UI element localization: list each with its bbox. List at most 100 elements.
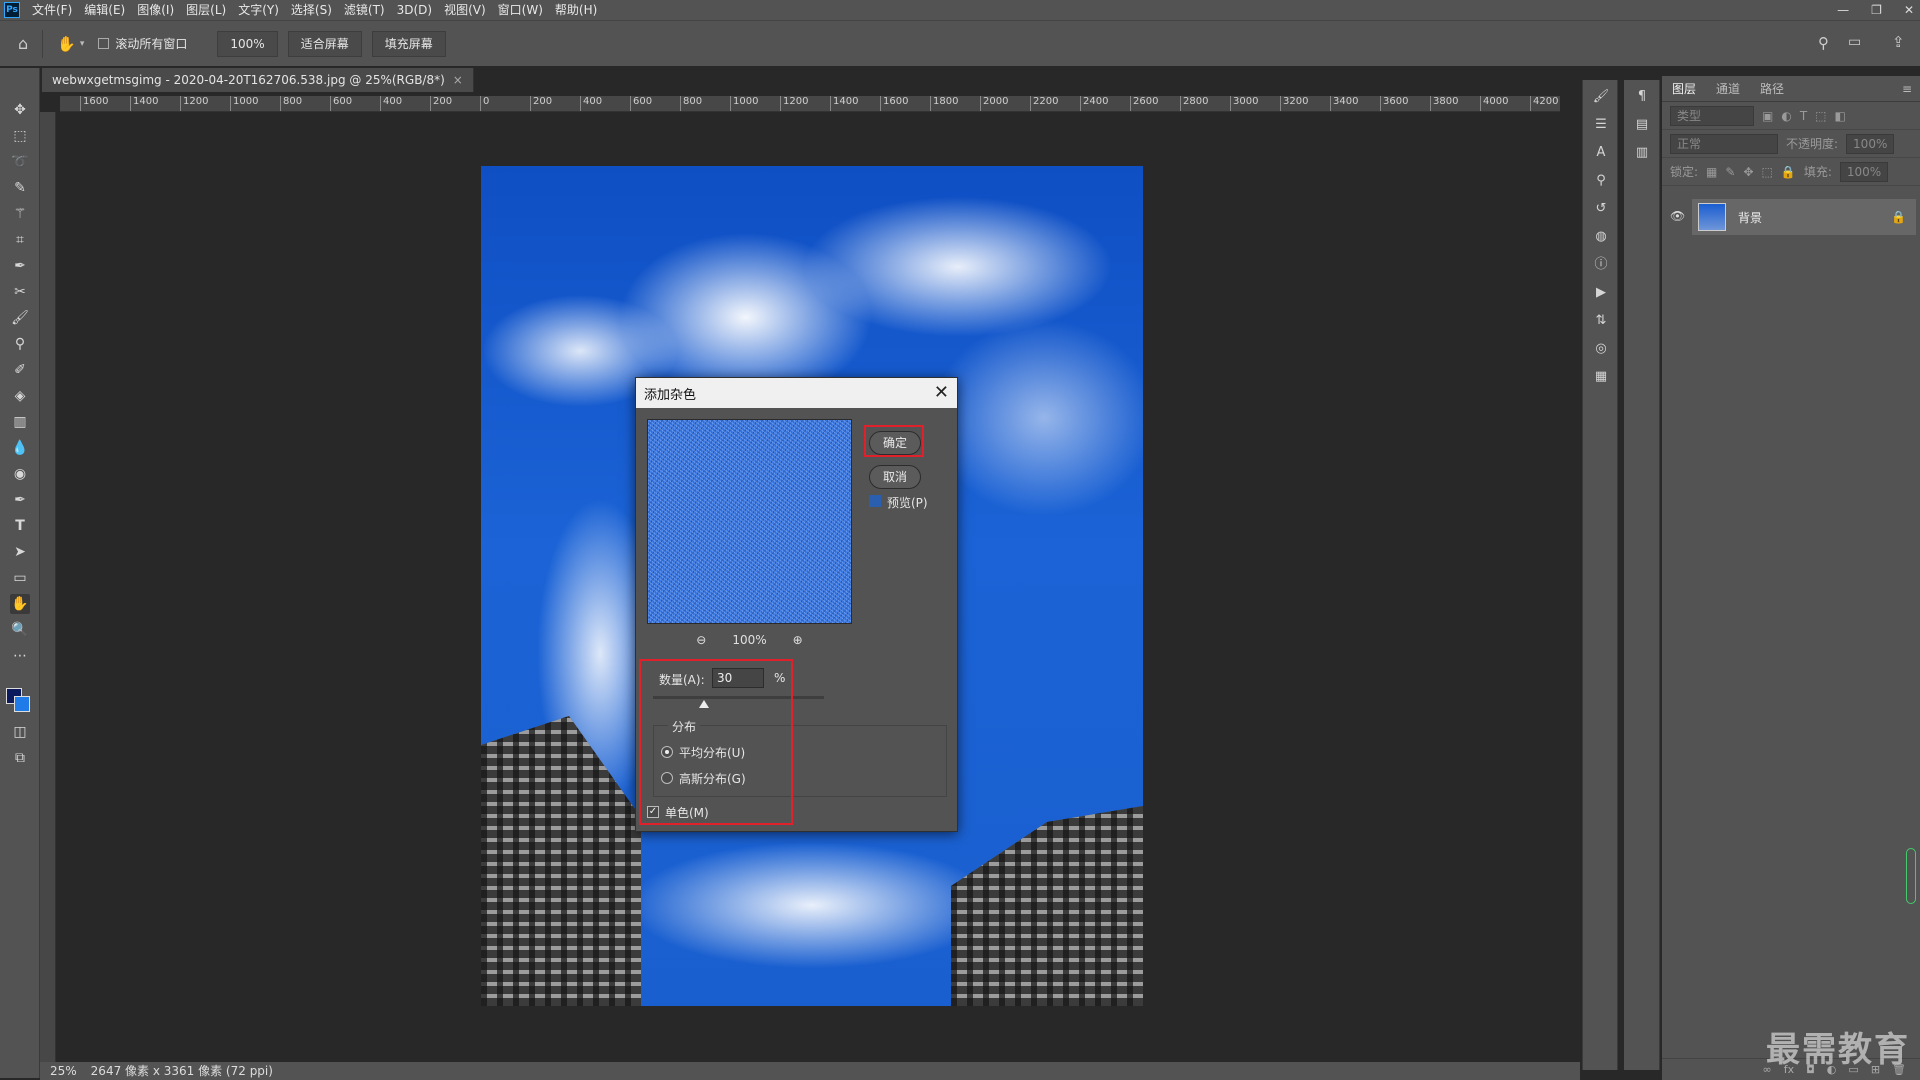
home-icon[interactable]: ⌂ <box>18 34 28 53</box>
fill-screen-button[interactable]: 填充屏幕 <box>371 30 446 57</box>
quick-select-icon[interactable]: ✎ <box>10 178 30 198</box>
menu-file[interactable]: 文件(F) <box>26 0 78 20</box>
menu-view[interactable]: 视图(V) <box>438 0 492 20</box>
ruler-tick: 1000 <box>230 96 258 111</box>
navigator-icon[interactable]: ⇅ <box>1592 312 1610 330</box>
table-icon[interactable]: ▦ <box>1592 368 1610 386</box>
panel-menu-icon[interactable]: ≡ <box>1902 82 1912 96</box>
filter-smart-icon[interactable]: ◧ <box>1835 109 1846 123</box>
restore-icon[interactable]: ❐ <box>1871 3 1882 17</box>
filter-pixel-icon[interactable]: ▣ <box>1762 109 1773 123</box>
clone-stamp-icon[interactable]: ⚲ <box>10 334 30 354</box>
marquee-tool-icon[interactable]: ⬚ <box>10 126 30 146</box>
lock-all-icon[interactable]: 🔒 <box>1781 165 1796 179</box>
lasso-tool-icon[interactable]: ➰ <box>10 152 30 172</box>
close-window-icon[interactable]: ✕ <box>1904 3 1914 17</box>
tab-layers[interactable]: 图层 <box>1662 80 1706 97</box>
lock-position-icon[interactable]: ✥ <box>1743 165 1753 179</box>
filter-shape-icon[interactable]: ⬚ <box>1815 109 1826 123</box>
noise-preview[interactable] <box>647 419 852 624</box>
blend-mode-select[interactable]: 正常 <box>1670 133 1778 154</box>
minimize-icon[interactable]: — <box>1837 3 1849 17</box>
layer-row-background[interactable]: 背景 🔒 <box>1692 199 1916 235</box>
quick-mask-icon[interactable]: ◫ <box>10 722 30 742</box>
more-tools-icon[interactable]: ⋯ <box>10 646 30 666</box>
clone-source-icon[interactable]: ⚲ <box>1592 172 1610 190</box>
info-icon[interactable]: ⓘ <box>1592 256 1610 274</box>
layer-thumbnail <box>1698 203 1726 231</box>
eyedropper-icon[interactable]: ✒ <box>10 256 30 276</box>
chevron-down-icon[interactable]: ▾ <box>80 39 85 49</box>
filter-adjust-icon[interactable]: ◐ <box>1781 109 1791 123</box>
close-tab-icon[interactable]: × <box>453 68 463 92</box>
zoom-in-icon[interactable]: ⊕ <box>793 633 803 647</box>
menu-edit[interactable]: 编辑(E) <box>78 0 131 20</box>
fill-input[interactable]: 100% <box>1839 161 1889 182</box>
adjustments-icon[interactable]: ☰ <box>1592 116 1610 134</box>
zoom-value-button[interactable]: 100% <box>217 30 278 57</box>
hand-tool-icon[interactable]: ✋ <box>10 594 30 614</box>
ruler-tick: 1400 <box>130 96 158 111</box>
dodge-icon[interactable]: ◉ <box>10 464 30 484</box>
lock-transparent-icon[interactable]: ▦ <box>1706 165 1717 179</box>
scroll-indicator[interactable] <box>1906 848 1916 904</box>
move-tool-icon[interactable]: ✥ <box>10 100 30 120</box>
background-color-swatch[interactable] <box>14 696 30 712</box>
gradient-icon[interactable]: ▥ <box>10 412 30 432</box>
filter-type-icon[interactable]: T <box>1800 109 1807 123</box>
screen-mode-icon[interactable]: ⧉ <box>10 748 30 768</box>
menu-filter[interactable]: 滤镜(T) <box>338 0 391 20</box>
actions-icon[interactable]: ▶ <box>1592 284 1610 302</box>
ruler-tick: 2600 <box>1130 96 1158 111</box>
history-brush-icon[interactable]: ✐ <box>10 360 30 380</box>
menu-image[interactable]: 图像(I) <box>131 0 180 20</box>
cancel-button[interactable]: 取消 <box>869 465 921 489</box>
healing-brush-icon[interactable]: ✂ <box>10 282 30 302</box>
layer-filter-row: 类型 ▣ ◐ T ⬚ ◧ <box>1662 102 1920 130</box>
crop-tool-icon[interactable]: ⌗ <box>10 230 30 250</box>
brush-tool-icon[interactable]: 🖌 <box>10 308 30 328</box>
history-icon[interactable]: ↺ <box>1592 200 1610 218</box>
magic-wand-icon[interactable]: ⚚ <box>10 204 30 224</box>
scroll-all-checkbox[interactable] <box>98 38 110 49</box>
properties-icon[interactable]: ▤ <box>1633 116 1651 134</box>
opacity-input[interactable]: 100% <box>1846 133 1895 154</box>
rectangle-tool-icon[interactable]: ▭ <box>10 568 30 588</box>
eraser-icon[interactable]: ◈ <box>10 386 30 406</box>
status-doc-info[interactable]: 2647 像素 x 3361 像素 (72 ppi) <box>91 1062 273 1080</box>
swatches-icon[interactable]: ◎ <box>1592 340 1610 358</box>
status-zoom[interactable]: 25% <box>50 1062 77 1080</box>
tab-channels[interactable]: 通道 <box>1706 80 1750 97</box>
layer-filter-select[interactable]: 类型 <box>1670 105 1754 126</box>
paragraph-icon[interactable]: ¶ <box>1633 88 1651 106</box>
menu-help[interactable]: 帮助(H) <box>549 0 603 20</box>
brush-settings-icon[interactable]: 🖌 <box>1592 88 1610 106</box>
fit-screen-button[interactable]: 适合屏幕 <box>287 30 362 57</box>
menu-type[interactable]: 文字(Y) <box>232 0 285 20</box>
document-tab[interactable]: webwxgetmsgimg - 2020-04-20T162706.538.j… <box>42 68 474 92</box>
blur-icon[interactable]: 💧 <box>10 438 30 458</box>
pen-tool-icon[interactable]: ✒ <box>10 490 30 510</box>
path-select-icon[interactable]: ➤ <box>10 542 30 562</box>
menu-layer[interactable]: 图层(L) <box>180 0 232 20</box>
menu-select[interactable]: 选择(S) <box>285 0 338 20</box>
menu-window[interactable]: 窗口(W) <box>492 0 549 20</box>
type-tool-icon[interactable]: T <box>10 516 30 536</box>
character-icon[interactable]: A <box>1592 144 1610 162</box>
share-icon[interactable]: ⇪ <box>1892 33 1905 51</box>
visibility-eye-icon[interactable]: 👁 <box>1670 209 1685 223</box>
hand-tool-icon[interactable]: ✋ <box>57 35 76 53</box>
close-icon[interactable]: ✕ <box>934 382 949 403</box>
lock-artboard-icon[interactable]: ⬚ <box>1762 165 1773 179</box>
zoom-tool-icon[interactable]: 🔍 <box>10 620 30 640</box>
search-icon[interactable]: ⚲ <box>1818 34 1829 52</box>
menu-3d[interactable]: 3D(D) <box>391 0 438 20</box>
workspace-icon[interactable]: ▭ <box>1848 34 1861 50</box>
preview-checkbox[interactable] <box>869 495 881 507</box>
notes-icon[interactable]: ▥ <box>1633 144 1651 162</box>
styles-icon[interactable]: ◍ <box>1592 228 1610 246</box>
zoom-out-icon[interactable]: ⊖ <box>696 633 706 647</box>
tab-paths[interactable]: 路径 <box>1750 80 1794 97</box>
ruler-tick: 800 <box>280 96 302 111</box>
lock-pixels-icon[interactable]: ✎ <box>1725 165 1735 179</box>
